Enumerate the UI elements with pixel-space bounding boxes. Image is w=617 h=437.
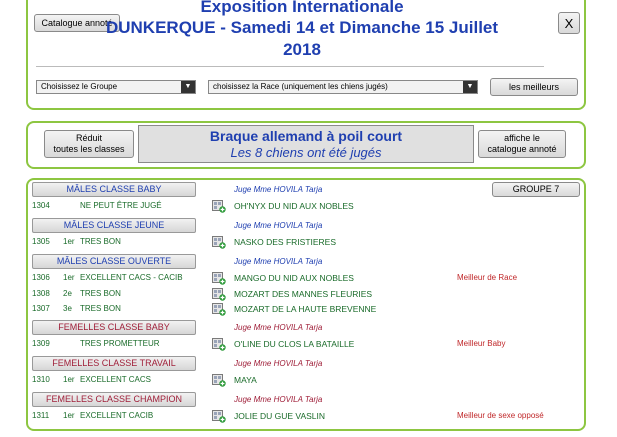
entry-award: Meilleur Baby [457,339,506,348]
entry-qualification: TRES BON [80,304,121,313]
reduced-all-classes-button[interactable]: Réduit toutes les classes [44,130,134,158]
entry-award: Meilleur de sexe opposé [457,411,544,420]
entry-dog-name[interactable]: O'LINE DU CLOS LA BATAILLE [234,339,354,349]
entry-rank: 1er [63,375,75,384]
entry-dog-name[interactable]: MOZART DE LA HAUTE BREVENNE [234,304,376,314]
catalogue-add-icon[interactable] [212,287,226,301]
entry-rank: 2e [63,288,72,298]
entry-qualification: EXCELLENT CACIB [80,411,154,420]
entry-number: 1306 [32,273,50,282]
dropdown-arrow-icon: ▼ [181,81,195,93]
entry-number: 1309 [32,339,50,348]
show-catalogue-label-2: catalogue annoté [487,144,557,154]
class-header: MÂLES CLASSE JEUNE [32,218,196,233]
class-header: MÂLES CLASSE OUVERTE [32,254,196,269]
catalogue-add-icon[interactable] [212,338,226,351]
race-select-value: choisissez la Race (uniquement les chien… [213,82,388,91]
entry-rank: 1er [63,411,75,420]
entry-rank: 1er [63,237,75,246]
judge-name: Juge Mme HOVILA Tarja [234,359,323,368]
catalogue-add-icon[interactable] [212,303,226,316]
judge-name: Juge Mme HOVILA Tarja [234,257,323,266]
entry-rank: 3e [63,304,72,313]
breed-name: Braque allemand à poil court [209,128,403,144]
entry-dog-name[interactable]: MAYA [234,375,257,385]
catalogue-add-icon[interactable] [212,200,226,213]
race-select[interactable]: choisissez la Race (uniquement les chien… [208,80,478,94]
entry-qualification: EXCELLENT CACS - CACIB [80,273,183,282]
breed-header: Braque allemand à poil court Les 8 chien… [138,125,474,163]
entry-number: 1311 [32,411,50,420]
exhibition-title: Exposition Internationale [200,0,404,16]
entry-number: 1304 [32,201,50,210]
class-header: FEMELLES CLASSE CHAMPION [32,392,196,407]
entry-qualification: EXCELLENT CACS [80,375,151,384]
entry-qualification: NE PEUT ÊTRE JUGÉ [80,201,162,210]
entry-rank: 1er [63,273,75,282]
divider [36,66,544,67]
class-header: MÂLES CLASSE BABY [32,182,196,197]
entry-award: Meilleur de Race [457,273,518,282]
show-catalogue-label-1: affiche le [504,133,540,143]
entry-qualification: TRES BON [80,288,121,298]
entry-qualification: TRES PROMETTEUR [80,339,160,348]
judge-name: Juge Mme HOVILA Tarja [234,221,323,230]
entry-dog-name[interactable]: JOLIE DU GUE VASLIN [234,411,325,421]
class-header: FEMELLES CLASSE TRAVAIL [32,356,196,371]
entry-dog-name[interactable]: MANGO DU NID AUX NOBLES [234,273,354,283]
show-catalogue-button[interactable]: affiche le catalogue annoté [478,130,566,158]
class-header: FEMELLES CLASSE BABY [32,320,196,335]
catalogue-add-icon[interactable] [212,410,226,423]
judge-name: Juge Mme HOVILA Tarja [234,395,323,404]
entry-dog-name[interactable]: MOZART DES MANNES FLEURIES [234,289,372,299]
entry-number: 1310 [32,375,50,384]
entry-number: 1305 [32,237,50,246]
catalogue-add-icon[interactable] [212,272,226,285]
entry-number: 1308 [32,288,50,298]
dropdown-arrow-icon: ▼ [463,81,477,93]
entry-number: 1307 [32,304,50,313]
reduced-label: Réduit [75,133,102,143]
group-select[interactable]: Choisissez le Groupe ▼ [36,80,196,94]
catalogue-add-icon[interactable] [212,236,226,249]
group-select-value: Choisissez le Groupe [41,82,118,91]
entry-dog-name[interactable]: NASKO DES FRISTIERES [234,237,336,247]
judged-count: Les 8 chiens ont été jugés [230,145,382,160]
judge-name: Juge Mme HOVILA Tarja [234,323,323,332]
catalogue-add-icon[interactable] [212,374,226,387]
exhibition-location-date: DUNKERQUE - Samedi 14 et Dimanche 15 Jui… [105,18,499,37]
exhibition-year: 2018 [283,40,321,59]
entry-dog-name[interactable]: OH'NYX DU NID AUX NOBLES [234,201,354,211]
best-dogs-button[interactable]: les meilleurs [490,78,578,96]
all-classes-label: toutes les classes [53,144,125,154]
entry-qualification: TRES BON [80,237,121,246]
judge-name: Juge Mme HOVILA Tarja [234,185,323,194]
close-button[interactable]: X [558,12,580,34]
group-badge-button[interactable]: GROUPE 7 [492,182,580,197]
